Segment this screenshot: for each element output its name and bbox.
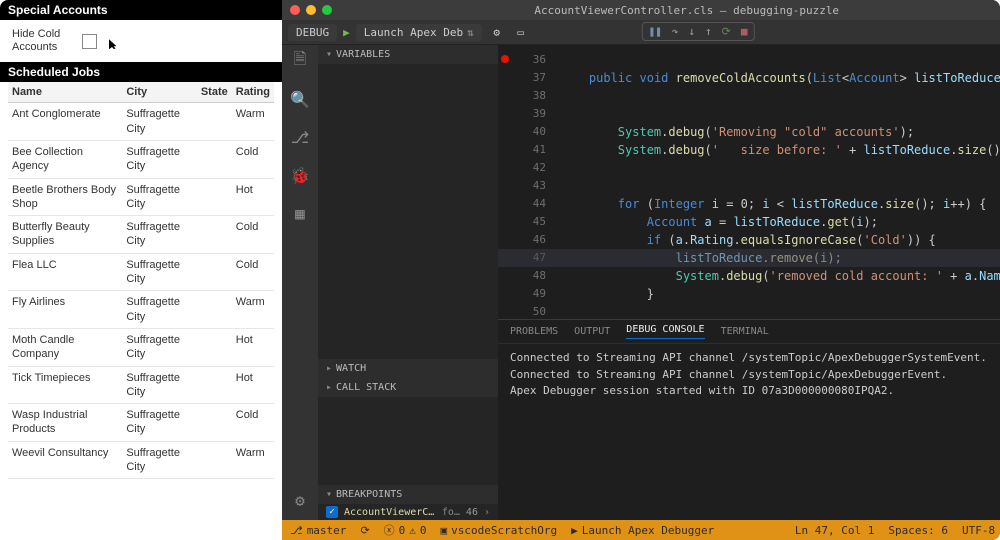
vscode-window: AccountViewerController.cls — debugging-… [282, 0, 1000, 540]
tab-problems[interactable]: PROBLEMS [510, 326, 558, 337]
table-row[interactable]: Butterfly Beauty SuppliesSuffragette Cit… [8, 216, 274, 254]
col-name[interactable]: Name [8, 82, 122, 103]
launch-config-dropdown[interactable]: Launch Apex Deb ⇅ [356, 24, 482, 41]
variables-section[interactable]: ▾VARIABLES [318, 45, 498, 64]
debug-icon[interactable]: 🐞 [290, 165, 310, 185]
bottom-panel: PROBLEMS OUTPUT DEBUG CONSOLE TERMINAL ≡… [498, 319, 1000, 520]
table-row[interactable]: Weevil ConsultancySuffragette CityWarm [8, 441, 274, 479]
breakpoint-item[interactable]: ✓ AccountViewerController.cls fo… 46 › [318, 504, 498, 520]
col-state[interactable]: State [197, 82, 232, 103]
code-editor[interactable]: 3637383940414243444546474849505152535455… [498, 45, 1000, 319]
hide-cold-checkbox[interactable] [82, 34, 97, 49]
status-branch[interactable]: ⎇ master [290, 524, 346, 537]
col-rating[interactable]: Rating [232, 82, 274, 103]
col-city[interactable]: City [122, 82, 197, 103]
titlebar: AccountViewerController.cls — debugging-… [282, 0, 1000, 20]
activity-bar: 🗎 🔍 ⎇ 🐞 ▦ ⚙ [282, 45, 318, 520]
table-row[interactable]: Tick TimepiecesSuffragette CityHot [8, 366, 274, 404]
status-lncol[interactable]: Ln 47, Col 1 [795, 524, 874, 537]
status-encoding[interactable]: UTF-8 [962, 524, 995, 537]
status-bar: ⎇ master ⟳ ⓧ 0 ⚠ 0 ▣ vscodeScratchOrg ▶ … [282, 520, 1000, 540]
stop-icon[interactable]: ■ [741, 25, 748, 38]
status-spaces[interactable]: Spaces: 6 [888, 524, 948, 537]
step-out-icon[interactable]: ↑ [705, 25, 712, 38]
tab-debug-console[interactable]: DEBUG CONSOLE [626, 324, 704, 339]
scheduled-jobs-header: Scheduled Jobs [0, 62, 282, 82]
table-row[interactable]: Fly AirlinesSuffragette CityWarm [8, 291, 274, 329]
table-row[interactable]: Ant ConglomerateSuffragette CityWarm [8, 103, 274, 141]
debug-console-output[interactable]: Connected to Streaming API channel /syst… [498, 344, 1000, 520]
extensions-icon[interactable]: ▦ [290, 203, 310, 223]
watch-section[interactable]: ▸WATCH [318, 359, 498, 378]
pause-icon[interactable]: ❚❚ [649, 25, 662, 38]
web-panel: Special Accounts Hide Cold Accounts Sche… [0, 0, 282, 540]
callstack-section[interactable]: ▸CALL STACK [318, 378, 498, 397]
status-errors[interactable]: ⓧ 0 ⚠ 0 [384, 522, 427, 538]
search-icon[interactable]: 🔍 [290, 89, 310, 109]
accounts-table: Name City State Rating Ant ConglomerateS… [8, 82, 274, 479]
status-launch[interactable]: ▶ Launch Apex Debugger [571, 524, 714, 537]
status-sync[interactable]: ⟳ [360, 524, 369, 537]
debug-sidebar: ▾VARIABLES ▸WATCH ▸CALL STACK ▾BREAKPOIN… [318, 45, 498, 520]
table-row[interactable]: Wasp Industrial ProductsSuffragette City… [8, 404, 274, 442]
hide-cold-label: Hide Cold Accounts [12, 28, 72, 54]
table-row[interactable]: Beetle Brothers Body ShopSuffragette Cit… [8, 178, 274, 216]
table-row[interactable]: Flea LLCSuffragette CityCold [8, 253, 274, 291]
tab-output[interactable]: OUTPUT [574, 326, 610, 337]
hide-cold-row: Hide Cold Accounts [0, 20, 282, 62]
step-over-icon[interactable]: ↷ [672, 25, 679, 38]
debug-settings-icon[interactable]: ⚙ [488, 26, 506, 39]
settings-gear-icon[interactable]: ⚙ [290, 490, 310, 510]
table-row[interactable]: Moth Candle CompanySuffragette CityHot [8, 328, 274, 366]
step-into-icon[interactable]: ↓ [688, 25, 695, 38]
breakpoint-glyph-icon[interactable] [501, 55, 509, 63]
debug-console-icon[interactable]: ▭ [512, 26, 530, 39]
restart-icon[interactable]: ⟳ [722, 25, 731, 38]
mouse-cursor-icon [109, 39, 119, 49]
breakpoints-section[interactable]: ▾BREAKPOINTS [318, 485, 498, 504]
debug-floating-controls[interactable]: ❚❚ ↷ ↓ ↑ ⟳ ■ [642, 22, 755, 41]
special-accounts-header: Special Accounts [0, 0, 282, 20]
source-control-icon[interactable]: ⎇ [290, 127, 310, 147]
table-row[interactable]: Bee Collection AgencySuffragette CityCol… [8, 140, 274, 178]
status-org[interactable]: ▣ vscodeScratchOrg [441, 524, 558, 537]
tab-terminal[interactable]: TERMINAL [721, 326, 769, 337]
debug-config-label[interactable]: DEBUG [288, 24, 337, 41]
window-title: AccountViewerController.cls — debugging-… [282, 4, 1000, 17]
start-debug-icon[interactable]: ▶ [343, 26, 350, 39]
explorer-icon[interactable]: 🗎 [290, 51, 310, 71]
chevron-right-icon[interactable]: › [484, 507, 490, 518]
breakpoint-checkbox[interactable]: ✓ [326, 506, 338, 518]
